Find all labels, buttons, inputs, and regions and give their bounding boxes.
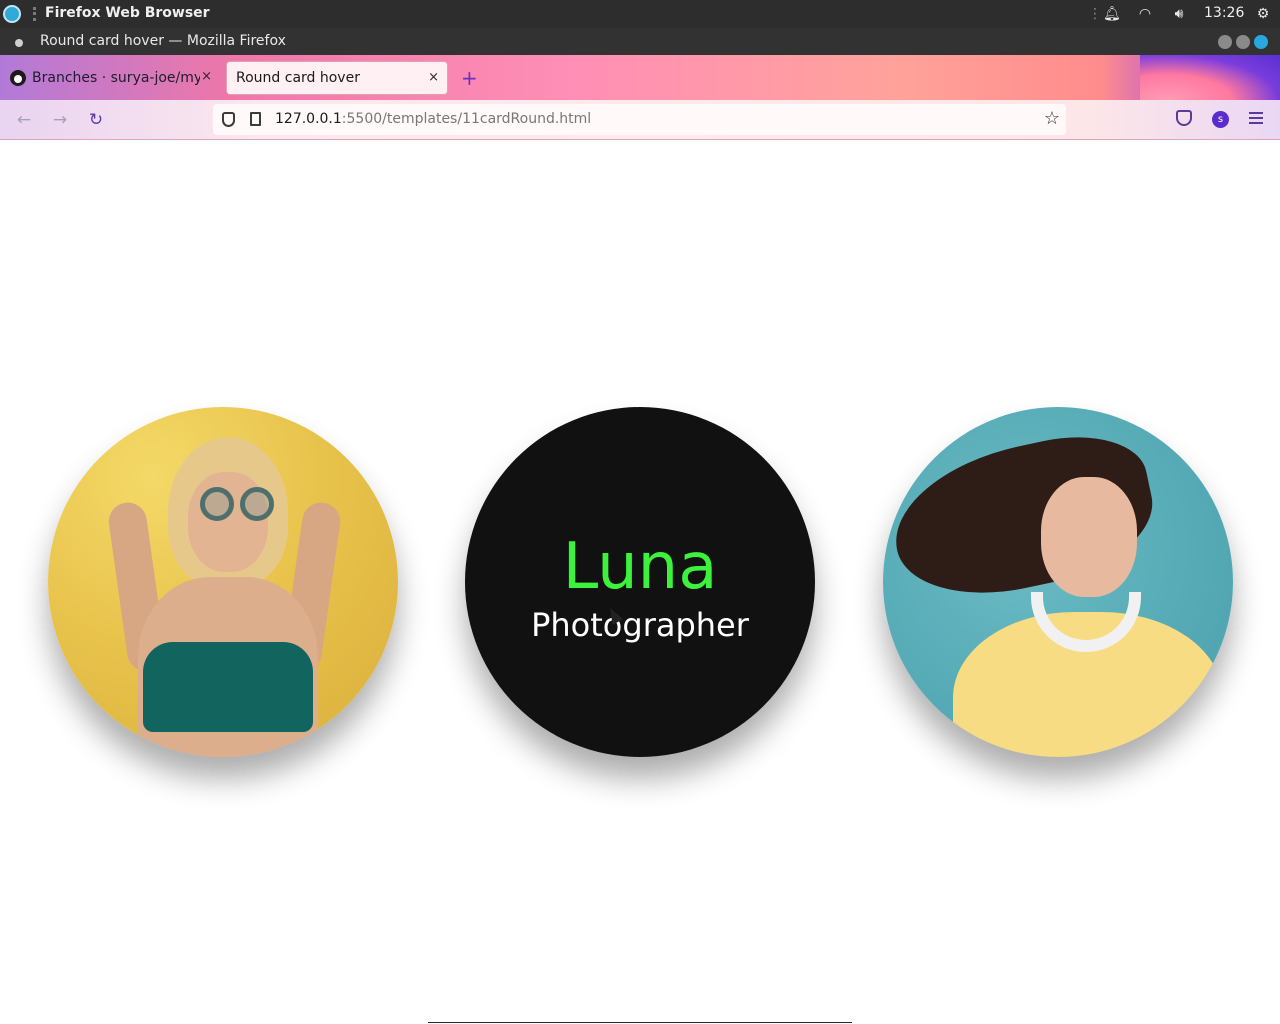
page-content: Luna Photographer	[0, 141, 1280, 1024]
reload-button[interactable]: ↻	[85, 109, 107, 131]
navigation-bar: ← → ↻ 127.0.0.1:5500/templates/11cardRou…	[0, 100, 1280, 140]
forward-button[interactable]: →	[49, 109, 71, 131]
window-menu-icon[interactable]	[15, 39, 23, 47]
pocket-icon[interactable]	[1176, 110, 1192, 126]
minimize-button[interactable]	[1218, 35, 1232, 49]
url-bar[interactable]: 127.0.0.1:5500/templates/11cardRound.htm…	[213, 104, 1066, 135]
close-tab-icon[interactable]: ×	[201, 69, 212, 84]
card-photo-right[interactable]	[883, 407, 1233, 757]
tab-strip: Branches · surya-joe/myW × Round card ho…	[0, 55, 1280, 100]
volume-icon[interactable]: 🔊︎	[1171, 6, 1187, 22]
new-tab-button[interactable]: +	[461, 66, 478, 90]
tab-branches[interactable]: Branches · surya-joe/myW ×	[6, 61, 220, 95]
maximize-button[interactable]	[1236, 35, 1250, 49]
card-role: Photographer	[531, 606, 749, 644]
notification-bell-icon[interactable]: 🔔︎	[1103, 6, 1121, 22]
os-app-name[interactable]: Firefox Web Browser	[45, 5, 210, 21]
os-launcher-icon[interactable]	[3, 5, 21, 23]
close-tab-icon[interactable]: ×	[428, 70, 439, 85]
portrait-face	[1041, 477, 1137, 597]
os-drag-handle	[33, 7, 36, 21]
url-host: 127.0.0.1	[275, 111, 342, 127]
tray-separator: ⋮	[1088, 6, 1102, 22]
os-clock[interactable]: 13:26	[1204, 5, 1244, 21]
close-window-button[interactable]	[1254, 35, 1268, 49]
sunglasses-lens	[200, 487, 234, 521]
hamburger-menu-icon[interactable]	[1249, 112, 1263, 124]
bookmark-star-icon[interactable]: ☆	[1044, 108, 1060, 129]
wifi-icon[interactable]: ◠	[1137, 6, 1153, 22]
os-top-bar: Firefox Web Browser ⋮ 🔔︎ ◠ 🔊︎ 13:26 ⚙	[0, 0, 1280, 28]
tab-label: Round card hover	[236, 70, 360, 86]
tab-label: Branches · surya-joe/myW	[32, 70, 200, 86]
shield-icon[interactable]	[222, 112, 235, 127]
portrait-top	[143, 642, 313, 732]
tab-round-card-hover[interactable]: Round card hover ×	[226, 61, 448, 95]
url-path: :5500/templates/11cardRound.html	[341, 111, 592, 127]
theme-decoration	[1140, 55, 1280, 100]
window-title: Round card hover — Mozilla Firefox	[40, 33, 286, 49]
back-button[interactable]: ←	[13, 109, 35, 131]
card-name: Luna	[562, 530, 718, 604]
divider	[428, 1022, 852, 1023]
url-text[interactable]: 127.0.0.1:5500/templates/11cardRound.htm…	[275, 111, 591, 127]
page-info-icon[interactable]	[250, 112, 261, 126]
card-photo-left[interactable]	[48, 407, 398, 757]
profile-avatar[interactable]: s	[1212, 111, 1229, 128]
settings-icon[interactable]: ⚙	[1255, 6, 1271, 22]
github-icon	[10, 70, 26, 86]
sunglasses-lens	[240, 487, 274, 521]
window-title-bar: Round card hover — Mozilla Firefox	[0, 28, 1280, 55]
card-luna[interactable]: Luna Photographer	[465, 407, 815, 757]
